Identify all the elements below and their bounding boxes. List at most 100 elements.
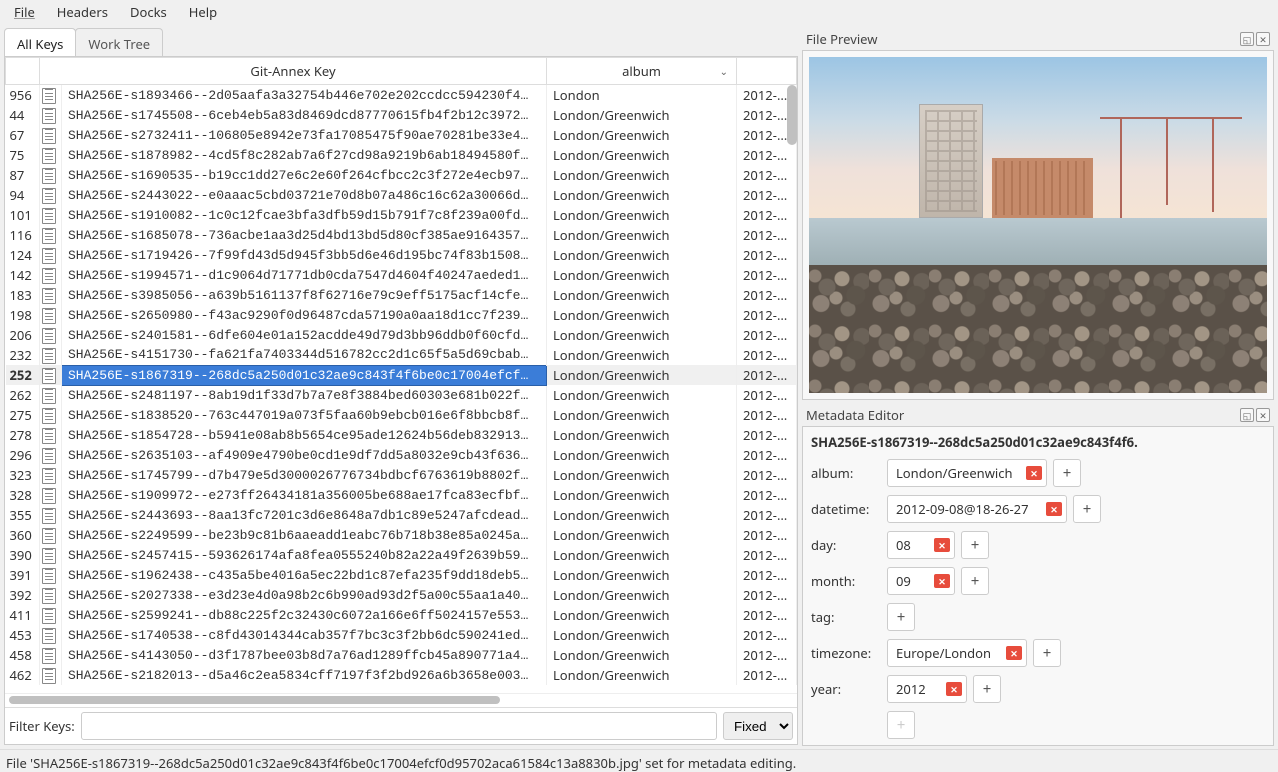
- keys-table-wrap[interactable]: Git-Annex Key album ⌄ 956SHA256E-s189346…: [5, 57, 797, 693]
- cell-date: 2012-07: [737, 505, 797, 525]
- table-row[interactable]: 183SHA256E-s3985056--a639b5161137f8f6271…: [6, 285, 797, 305]
- cell-key: SHA256E-s2732411--106805e8942e73fa170854…: [62, 125, 547, 145]
- document-icon: [40, 125, 62, 145]
- row-number: 142: [6, 265, 40, 285]
- cell-date: 2012-07: [737, 165, 797, 185]
- table-row[interactable]: 462SHA256E-s2182013--d5a46c2ea5834cff719…: [6, 665, 797, 685]
- delete-icon[interactable]: ✕: [1006, 646, 1022, 660]
- row-number: 462: [6, 665, 40, 685]
- value-album[interactable]: London/Greenwich ✕: [887, 459, 1047, 487]
- cell-key: SHA256E-s3985056--a639b5161137f8f62716e7…: [62, 285, 547, 305]
- cell-key: SHA256E-s2599241--db88c225f2c32430c6072a…: [62, 605, 547, 625]
- table-row[interactable]: 956SHA256E-s1893466--2d05aafa3a32754b446…: [6, 85, 797, 106]
- label-datetime: datetime:: [811, 500, 881, 518]
- table-row[interactable]: 198SHA256E-s2650980--f43ac9290f0d96487cd…: [6, 305, 797, 325]
- document-icon: [40, 105, 62, 125]
- row-number: 262: [6, 385, 40, 405]
- table-row[interactable]: 206SHA256E-s2401581--6dfe604e01a152acdde…: [6, 325, 797, 345]
- row-number: 124: [6, 245, 40, 265]
- row-number: 101: [6, 205, 40, 225]
- table-row[interactable]: 391SHA256E-s1962438--c435a5be4016a5ec22b…: [6, 565, 797, 585]
- table-row[interactable]: 67SHA256E-s2732411--106805e8942e73fa1708…: [6, 125, 797, 145]
- table-row[interactable]: 275SHA256E-s1838520--763c447019a073f5faa…: [6, 405, 797, 425]
- table-row[interactable]: 94SHA256E-s2443022--e0aaac5cbd03721e70d8…: [6, 185, 797, 205]
- vertical-scrollbar[interactable]: [787, 85, 797, 145]
- delete-icon[interactable]: ✕: [946, 682, 962, 696]
- value-month[interactable]: 09 ✕: [887, 567, 955, 595]
- value-timezone[interactable]: Europe/London ✕: [887, 639, 1027, 667]
- filter-mode-select[interactable]: Fixed: [723, 712, 793, 740]
- file-preview-dock: File Preview ◱ ✕: [802, 28, 1274, 400]
- dock-detach-icon[interactable]: ◱: [1240, 32, 1254, 46]
- tab-work-tree[interactable]: Work Tree: [75, 28, 163, 56]
- table-row[interactable]: 323SHA256E-s1745799--d7b479e5d3000026776…: [6, 465, 797, 485]
- table-row[interactable]: 262SHA256E-s2481197--8ab19d1f33d7b7a7e8f…: [6, 385, 797, 405]
- table-row[interactable]: 278SHA256E-s1854728--b5941e08ab8b5654ce9…: [6, 425, 797, 445]
- table-row[interactable]: 101SHA256E-s1910082--1c0c12fcae3bfa3dfb5…: [6, 205, 797, 225]
- delete-icon[interactable]: ✕: [934, 574, 950, 588]
- document-icon: [40, 345, 62, 365]
- table-row[interactable]: 75SHA256E-s1878982--4cd5f8c282ab7a6f27cd…: [6, 145, 797, 165]
- table-row[interactable]: 355SHA256E-s2443693--8aa13fc7201c3d6e864…: [6, 505, 797, 525]
- add-tag-button[interactable]: +: [887, 603, 915, 631]
- value-year[interactable]: 2012 ✕: [887, 675, 967, 703]
- delete-icon[interactable]: ✕: [1026, 466, 1042, 480]
- table-row[interactable]: 116SHA256E-s1685078--736acbe1aa3d25d4bd1…: [6, 225, 797, 245]
- dock-close-icon[interactable]: ✕: [1256, 408, 1270, 422]
- cell-album: London/Greenwich: [547, 285, 737, 305]
- cell-date: 2012-09: [737, 225, 797, 245]
- table-row[interactable]: 296SHA256E-s2635103--af4909e4790be0cd1e9…: [6, 445, 797, 465]
- table-row[interactable]: 458SHA256E-s4143050--d3f1787bee03b8d7a76…: [6, 645, 797, 665]
- table-row[interactable]: 411SHA256E-s2599241--db88c225f2c32430c60…: [6, 605, 797, 625]
- table-row[interactable]: 392SHA256E-s2027338--e3d23e4d0a98b2c6b99…: [6, 585, 797, 605]
- col-date[interactable]: [737, 58, 797, 85]
- dock-detach-icon[interactable]: ◱: [1240, 408, 1254, 422]
- cell-key: SHA256E-s1690535--b19cc1dd27e6c2e60f264c…: [62, 165, 547, 185]
- label-tag: tag:: [811, 608, 881, 626]
- col-album[interactable]: album ⌄: [547, 58, 737, 85]
- table-row[interactable]: 87SHA256E-s1690535--b19cc1dd27e6c2e60f26…: [6, 165, 797, 185]
- cell-album: London/Greenwich: [547, 325, 737, 345]
- filter-input[interactable]: [81, 712, 717, 740]
- tab-all-keys[interactable]: All Keys: [4, 28, 76, 56]
- table-row[interactable]: 142SHA256E-s1994571--d1c9064d71771db0cda…: [6, 265, 797, 285]
- cell-album: London/Greenwich: [547, 145, 737, 165]
- col-key[interactable]: Git-Annex Key: [40, 58, 547, 85]
- menu-headers[interactable]: Headers: [47, 1, 118, 23]
- menubar: File Headers Docks Help: [0, 0, 1278, 24]
- table-row[interactable]: 252SHA256E-s1867319--268dc5a250d01c32ae9…: [6, 365, 797, 385]
- cell-album: London/Greenwich: [547, 605, 737, 625]
- table-row[interactable]: 328SHA256E-s1909972--e273ff26434181a3560…: [6, 485, 797, 505]
- cell-album: London/Greenwich: [547, 565, 737, 585]
- table-row[interactable]: 390SHA256E-s2457415--593626174afa8fea055…: [6, 545, 797, 565]
- add-timezone-button[interactable]: +: [1033, 639, 1061, 667]
- add-day-button[interactable]: +: [961, 531, 989, 559]
- delete-icon[interactable]: ✕: [934, 538, 950, 552]
- table-row[interactable]: 360SHA256E-s2249599--be23b9c81b6aaeadd1e…: [6, 525, 797, 545]
- table-row[interactable]: 232SHA256E-s4151730--fa621fa7403344d5167…: [6, 345, 797, 365]
- menu-docks[interactable]: Docks: [120, 1, 177, 23]
- cell-album: London/Greenwich: [547, 585, 737, 605]
- cell-date: 2012-09: [737, 465, 797, 485]
- add-album-button[interactable]: +: [1053, 459, 1081, 487]
- table-row[interactable]: 453SHA256E-s1740538--c8fd43014344cab357f…: [6, 625, 797, 645]
- document-icon: [40, 605, 62, 625]
- dock-close-icon[interactable]: ✕: [1256, 32, 1270, 46]
- add-datetime-button[interactable]: +: [1073, 495, 1101, 523]
- value-datetime[interactable]: 2012-09-08@18-26-27 ✕: [887, 495, 1067, 523]
- table-row[interactable]: 44SHA256E-s1745508--6ceb4eb5a83d8469dcd8…: [6, 105, 797, 125]
- menu-help[interactable]: Help: [179, 1, 227, 23]
- horizontal-scrollbar[interactable]: [5, 693, 797, 707]
- document-icon: [40, 85, 62, 106]
- menu-file[interactable]: File: [4, 1, 45, 23]
- add-field-button[interactable]: +: [887, 711, 915, 739]
- delete-icon[interactable]: ✕: [1046, 502, 1062, 516]
- col-rownum[interactable]: [6, 58, 40, 85]
- table-row[interactable]: 124SHA256E-s1719426--7f99fd43d5d945f3bb5…: [6, 245, 797, 265]
- cell-date: 2012-09: [737, 425, 797, 445]
- add-month-button[interactable]: +: [961, 567, 989, 595]
- value-day[interactable]: 08 ✕: [887, 531, 955, 559]
- add-year-button[interactable]: +: [973, 675, 1001, 703]
- cell-date: 2012-09: [737, 185, 797, 205]
- cell-album: London/Greenwich: [547, 345, 737, 365]
